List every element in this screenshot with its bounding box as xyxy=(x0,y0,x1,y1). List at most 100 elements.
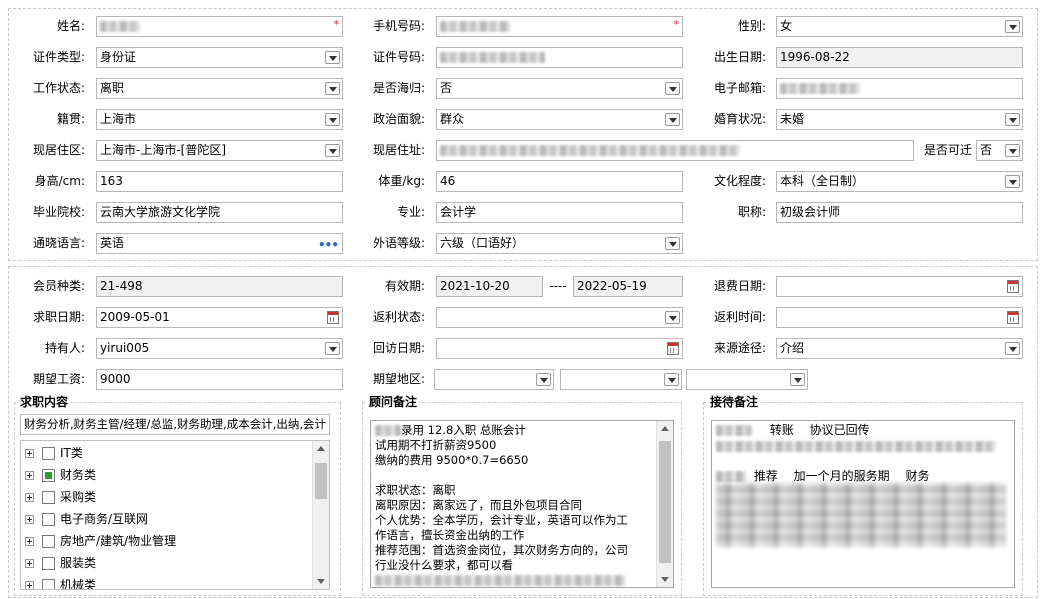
title-input[interactable]: 初级会计师 xyxy=(776,202,1023,223)
calendar-icon[interactable] xyxy=(327,311,339,324)
scroll-down-icon[interactable] xyxy=(661,577,669,582)
tree-item-it[interactable]: IT类 xyxy=(25,443,83,463)
expand-icon[interactable] xyxy=(25,537,34,546)
address-input[interactable] xyxy=(436,140,914,161)
tree-scrollbar[interactable] xyxy=(312,441,329,589)
region-district-select[interactable] xyxy=(686,369,808,390)
expand-icon[interactable] xyxy=(25,493,34,502)
tree-item-label: 财务类 xyxy=(60,468,97,482)
blurred-text-block xyxy=(716,483,1006,547)
checkbox[interactable] xyxy=(42,579,55,589)
tree-item-apparel[interactable]: 服装类 xyxy=(25,553,96,573)
chevron-down-icon[interactable] xyxy=(790,373,805,386)
chevron-down-icon[interactable] xyxy=(325,113,340,126)
chevron-down-icon[interactable] xyxy=(665,311,680,324)
tree-item-label: IT类 xyxy=(60,446,83,460)
education-select[interactable]: 本科（全日制） xyxy=(776,171,1023,192)
tree-item-finance[interactable]: 财务类 xyxy=(25,465,96,485)
name-input[interactable]: * xyxy=(96,16,343,37)
mobile-input[interactable]: * xyxy=(436,16,683,37)
work-status-select[interactable]: 离职 xyxy=(96,78,343,99)
native-value: 上海市 xyxy=(100,112,137,126)
expand-icon[interactable] xyxy=(25,471,34,480)
advisor-notes-textarea[interactable]: 录用 12.8入职 总账会计 试用期不打折薪资9500 缴纳的费用 9500*0… xyxy=(370,420,674,588)
visit-date-input[interactable] xyxy=(436,338,683,359)
chevron-down-icon[interactable] xyxy=(325,342,340,355)
relocate-value: 否 xyxy=(980,143,993,157)
chevron-down-icon[interactable] xyxy=(325,82,340,95)
more-options-icon[interactable]: ••• xyxy=(318,236,339,253)
calendar-icon[interactable] xyxy=(667,342,679,355)
reception-notes-textarea[interactable]: 转账 协议已回传 推荐 加一个月的服务期 财务 xyxy=(711,420,1015,588)
returnee-select[interactable]: 否 xyxy=(436,78,683,99)
note-line: 个人优势：全本学历，会计专业，英语可以作为工 xyxy=(375,513,628,527)
lang-level-select[interactable]: 六级（口语好） xyxy=(436,233,683,254)
district-select[interactable]: 上海市-上海市-[普陀区] xyxy=(96,140,343,161)
advisor-notes-scrollbar[interactable] xyxy=(656,421,673,587)
major-input[interactable]: 会计学 xyxy=(436,202,683,223)
checkbox[interactable] xyxy=(42,447,55,460)
expand-icon[interactable] xyxy=(25,559,34,568)
email-input[interactable] xyxy=(776,78,1023,99)
checkbox[interactable] xyxy=(42,513,55,526)
chevron-down-icon[interactable] xyxy=(665,82,680,95)
id-no-input[interactable] xyxy=(436,47,683,68)
native-select[interactable]: 上海市 xyxy=(96,109,343,130)
political-select[interactable]: 群众 xyxy=(436,109,683,130)
marital-select[interactable]: 未婚 xyxy=(776,109,1023,130)
chevron-down-icon[interactable] xyxy=(325,144,340,157)
checkbox-checked[interactable] xyxy=(42,469,55,482)
scroll-thumb[interactable] xyxy=(659,441,671,563)
birth-field: 1996-08-22 xyxy=(776,47,1023,68)
tree-item-realestate[interactable]: 房地产/建筑/物业管理 xyxy=(25,531,176,551)
id-type-select[interactable]: 身份证 xyxy=(96,47,343,68)
rebate-time-label: 返利时间: xyxy=(713,310,766,324)
relocate-select[interactable]: 否 xyxy=(976,140,1023,161)
scroll-up-icon[interactable] xyxy=(661,426,669,431)
calendar-icon[interactable] xyxy=(1007,280,1019,293)
chevron-down-icon[interactable] xyxy=(664,373,679,386)
weight-input[interactable]: 46 xyxy=(436,171,683,192)
chevron-down-icon[interactable] xyxy=(1005,175,1020,188)
chevron-down-icon[interactable] xyxy=(1005,342,1020,355)
scroll-up-icon[interactable] xyxy=(317,446,325,451)
checkbox[interactable] xyxy=(42,535,55,548)
job-category-tree[interactable]: IT类 财务类 采购类 电子商务/互联网 房地产/建筑/物业管理 服装类 机械类 xyxy=(20,440,330,590)
tree-item-purchase[interactable]: 采购类 xyxy=(25,487,96,507)
scroll-thumb[interactable] xyxy=(315,463,327,499)
gender-select[interactable]: 女 xyxy=(776,16,1023,37)
chevron-down-icon[interactable] xyxy=(536,373,551,386)
region-province-select[interactable] xyxy=(434,369,554,390)
checkbox[interactable] xyxy=(42,491,55,504)
note-line xyxy=(716,439,1010,469)
calendar-icon[interactable] xyxy=(1007,311,1019,324)
chevron-down-icon[interactable] xyxy=(1005,20,1020,33)
checkbox[interactable] xyxy=(42,557,55,570)
height-label: 身高/cm: xyxy=(34,174,85,188)
holder-select[interactable]: yirui005 xyxy=(96,338,343,359)
source-label: 来源途径: xyxy=(713,341,766,355)
source-select[interactable]: 介绍 xyxy=(776,338,1023,359)
job-date-input[interactable]: 2009-05-01 xyxy=(96,307,343,328)
lang-input[interactable]: 英语 ••• xyxy=(96,233,343,254)
chevron-down-icon[interactable] xyxy=(1005,113,1020,126)
expand-icon[interactable] xyxy=(25,581,34,589)
expand-icon[interactable] xyxy=(25,449,34,458)
chevron-down-icon[interactable] xyxy=(325,51,340,64)
scroll-down-icon[interactable] xyxy=(317,579,325,584)
refund-date-input[interactable] xyxy=(776,276,1023,297)
chevron-down-icon[interactable] xyxy=(665,113,680,126)
region-city-select[interactable] xyxy=(560,369,682,390)
salary-input[interactable]: 9000 xyxy=(96,369,343,390)
gender-label: 性别: xyxy=(737,19,766,33)
rebate-status-select[interactable] xyxy=(436,307,683,328)
expand-icon[interactable] xyxy=(25,515,34,524)
tree-item-machinery[interactable]: 机械类 xyxy=(25,575,96,589)
tree-item-ecommerce[interactable]: 电子商务/互联网 xyxy=(25,509,148,529)
school-input[interactable]: 云南大学旅游文化学院 xyxy=(96,202,343,223)
visit-date-label: 回访日期: xyxy=(372,341,425,355)
height-input[interactable]: 163 xyxy=(96,171,343,192)
chevron-down-icon[interactable] xyxy=(1005,144,1020,157)
rebate-time-input[interactable] xyxy=(776,307,1023,328)
chevron-down-icon[interactable] xyxy=(665,237,680,250)
